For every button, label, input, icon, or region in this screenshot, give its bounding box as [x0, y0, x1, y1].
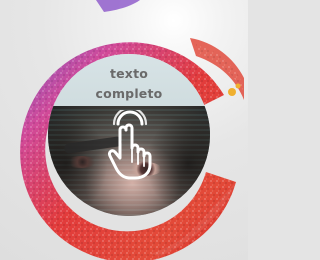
tap-hand-icon[interactable]: [104, 110, 156, 180]
image-card[interactable]: texto completo: [48, 54, 210, 216]
eye-left: [66, 156, 96, 168]
card-title-line-2: completo: [95, 86, 163, 101]
card-title-line-1: texto: [109, 66, 149, 81]
card-title: texto completo: [48, 64, 210, 104]
